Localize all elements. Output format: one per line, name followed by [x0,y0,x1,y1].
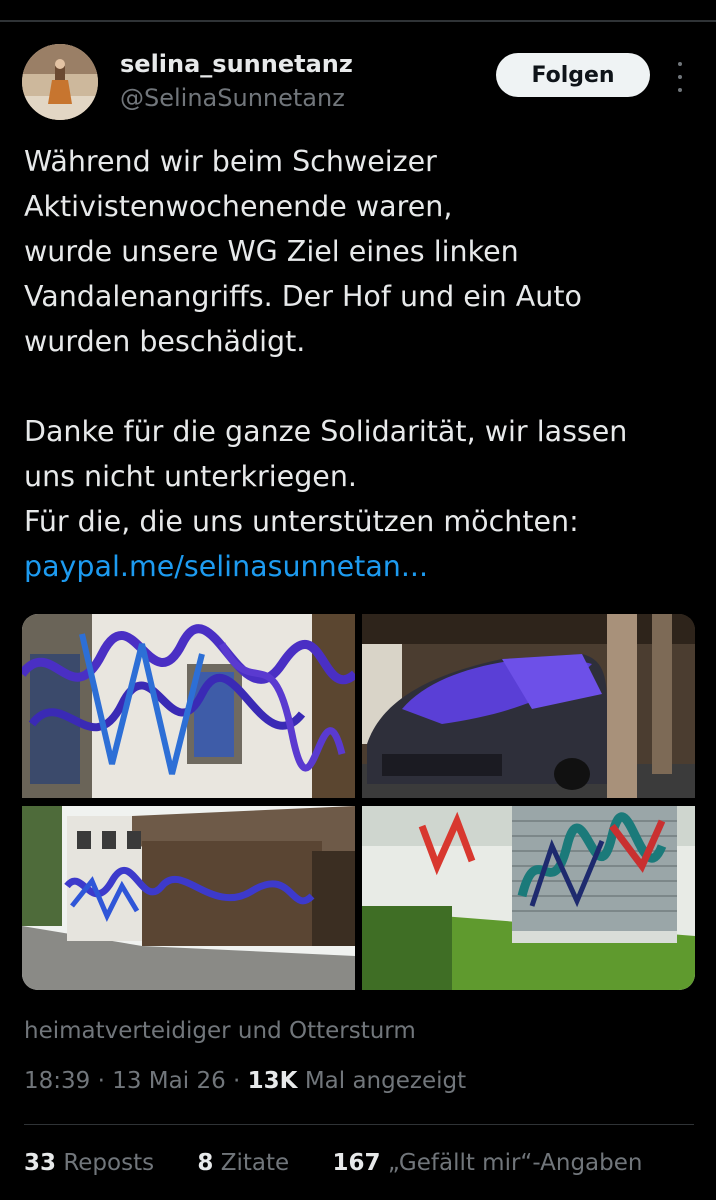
meta-separator: · [97,1068,105,1094]
author-display-name[interactable]: selina_sunnetanz [120,50,353,78]
quotes-count: 8 [197,1150,214,1176]
avatar[interactable] [22,44,98,120]
tweet-time[interactable]: 18:39 [24,1068,90,1094]
meta-divider [24,1124,694,1125]
quotes-label: Zitate [220,1150,290,1176]
tweet-line: Danke für die ganze Solidarität, wir las… [24,415,628,448]
paypal-link[interactable]: paypal.me/selinasunnetan... [24,544,696,589]
follow-button[interactable]: Folgen [496,53,650,97]
likes-count: 167 [332,1150,381,1176]
tweet-line: Vandalenangriffs. Der Hof und ein Auto [24,280,582,313]
tweet-line: Aktivistenwochenende waren, [24,190,453,223]
tweet-line: Für die, die uns unterstützen möchten: [24,505,579,538]
photo-graffiti-heat-pump[interactable] [362,806,695,990]
tweet-meta: 18:39 · 13 Mai 26 · 13K Mal angezeigt [24,1068,466,1094]
photo-painted-car[interactable] [362,614,695,798]
reposts-stat[interactable]: 33 Reposts [24,1150,172,1176]
tagged-users[interactable]: heimatverteidiger und Ottersturm [24,1018,416,1044]
likes-stat[interactable]: 167 „Gefällt mir“-Angaben [332,1150,660,1176]
reposts-count: 33 [24,1150,57,1176]
photo-graffiti-wall[interactable] [22,614,355,798]
tweet-line: Während wir beim Schweizer [24,145,437,178]
views-label: Mal angezeigt [304,1068,467,1094]
tweet-line: wurde unsere WG Ziel eines linken [24,235,519,268]
tweet-date[interactable]: 13 Mai 26 [112,1068,225,1094]
tweet-line: uns nicht unterkriegen. [24,460,357,493]
tweet-text: Während wir beim Schweizer Aktivistenwoc… [24,139,696,589]
likes-label: „Gefällt mir“-Angaben [387,1150,643,1176]
top-divider [0,20,716,22]
more-options-icon[interactable] [670,62,690,92]
author-handle[interactable]: @SelinaSunnetanz [120,84,345,112]
reposts-label: Reposts [63,1150,155,1176]
views-count: 13K [247,1068,298,1094]
tweet-line: wurden beschädigt. [24,325,306,358]
photo-graffiti-farmhouse[interactable] [22,806,355,990]
meta-separator: · [233,1068,241,1094]
engagement-stats: 33 Reposts 8 Zitate 167 „Gefällt mir“-An… [24,1150,678,1176]
quotes-stat[interactable]: 8 Zitate [197,1150,307,1176]
